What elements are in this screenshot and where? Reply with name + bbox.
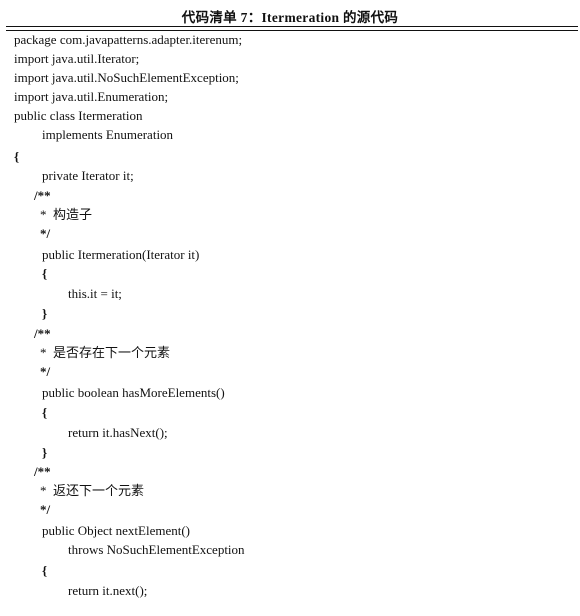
code-line: } [42,306,48,321]
code-line: import java.util.NoSuchElementException; [14,70,239,85]
code-line: private Iterator it; [42,168,134,183]
code-line: { [14,149,20,164]
code-line: return it.next(); [68,583,148,598]
caption-rule-top [6,26,578,27]
code-line: * 构造子 [40,207,93,222]
code-line: /** [34,464,51,479]
code-line: */ [40,364,51,379]
code-line: } [42,445,48,460]
code-line: public boolean hasMoreElements() [42,385,225,400]
code-line: import java.util.Iterator; [14,51,140,66]
listing-caption: 代码清单 7：Itermeration 的源代码 [181,10,399,25]
caption-rule-bottom [6,30,578,31]
code-line: this.it = it; [68,286,122,301]
code-line: throws NoSuchElementException [68,542,245,557]
code-line: * 返还下一个元素 [40,483,145,498]
code-line: implements Enumeration [42,127,174,142]
code-line: import java.util.Enumeration; [14,89,169,104]
code-line: /** [34,188,51,203]
code-line: */ [40,502,51,517]
code-line: package com.javapatterns.adapter.iterenu… [14,32,243,47]
code-line: * 是否存在下一个元素 [40,345,171,360]
code-line: /** [34,326,51,341]
code-line: */ [40,226,51,241]
code-line: public class Itermeration [14,108,143,123]
code-line: { [42,405,48,420]
code-line: return it.hasNext(); [68,425,168,440]
code-line: public Object nextElement() [42,523,191,538]
code-line: { [42,563,48,578]
code-line: public Itermeration(Iterator it) [42,247,200,262]
code-line: { [42,266,48,281]
